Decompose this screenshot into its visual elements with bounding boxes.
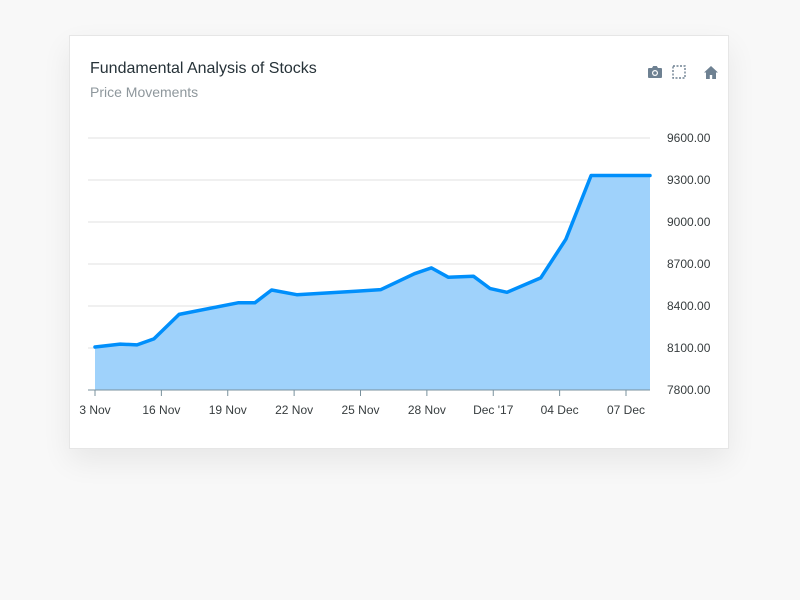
y-tick-label: 7800.00 [667, 383, 711, 397]
x-tick-label: Dec '17 [473, 403, 514, 417]
y-tick-label: 9300.00 [667, 173, 711, 187]
x-axis: 3 Nov 16 Nov 19 Nov 22 Nov 25 Nov 28 Nov Dec '… [79, 389, 650, 417]
series-area [95, 175, 650, 390]
x-tick-label: 04 Dec [541, 403, 579, 417]
series-group [93, 173, 652, 390]
x-tick-label: 07 Dec [607, 403, 645, 417]
y-tick-label: 8100.00 [667, 341, 711, 355]
y-tick-label: 9600.00 [667, 131, 711, 145]
y-axis: 9600.00 9300.00 9000.00 8700.00 8400.00 8100.… [667, 131, 711, 397]
area-chart: 9600.00 9300.00 9000.00 8700.00 8400.00 8100.… [79, 131, 711, 417]
x-tick-label: 28 Nov [408, 403, 446, 417]
chart-card: Fundamental Analysis of Stocks Price Mov… [69, 35, 729, 449]
y-tick-label: 8400.00 [667, 299, 711, 313]
y-tick-label: 8700.00 [667, 257, 711, 271]
x-tick-label: 16 Nov [142, 403, 180, 417]
x-tick-label: 25 Nov [341, 403, 379, 417]
x-tick-label: 3 Nov [79, 403, 110, 417]
x-tick-label: 19 Nov [209, 403, 247, 417]
x-tick-label: 22 Nov [275, 403, 313, 417]
y-tick-label: 9000.00 [667, 215, 711, 229]
